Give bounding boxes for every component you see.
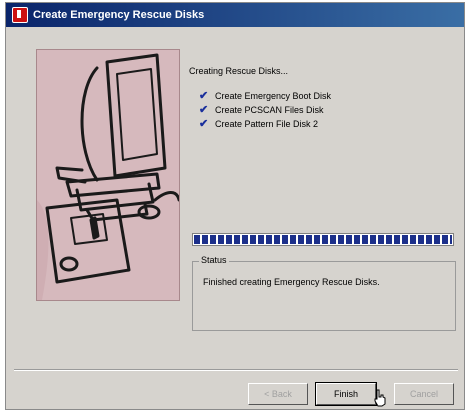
footer-divider (14, 369, 458, 371)
status-text: Finished creating Emergency Rescue Disks… (203, 277, 380, 287)
dialog-window: Create Emergency Rescue Disks Creating R… (5, 2, 465, 410)
list-item: ✔ Create PCSCAN Files Disk (199, 103, 331, 117)
computer-and-floppy-illustration (37, 53, 179, 300)
title-bar[interactable]: Create Emergency Rescue Disks (6, 3, 464, 27)
progress-fill (194, 235, 452, 244)
step-label: Create Pattern File Disk 2 (215, 119, 319, 129)
check-mark-icon: ✔ (199, 90, 209, 102)
app-shield-icon (12, 7, 28, 23)
step-label: Create Emergency Boot Disk (215, 91, 332, 101)
back-button[interactable]: < Back (248, 383, 308, 405)
check-mark-icon: ✔ (199, 118, 209, 130)
cancel-button[interactable]: Cancel (394, 383, 454, 405)
status-legend: Status (199, 255, 229, 265)
list-item: ✔ Create Pattern File Disk 2 (199, 117, 331, 131)
step-label: Create PCSCAN Files Disk (215, 105, 324, 115)
finish-button[interactable]: Finish (315, 382, 377, 406)
check-mark-icon: ✔ (199, 104, 209, 116)
hand-cursor-icon (374, 389, 386, 407)
window-title: Create Emergency Rescue Disks (33, 9, 205, 21)
list-item: ✔ Create Emergency Boot Disk (199, 89, 331, 103)
wizard-illustration (36, 49, 180, 301)
progress-bar (192, 233, 454, 246)
status-group: Status Finished creating Emergency Rescu… (192, 255, 456, 331)
progress-heading: Creating Rescue Disks... (189, 66, 289, 76)
task-checklist: ✔ Create Emergency Boot Disk ✔ Create PC… (199, 89, 331, 131)
